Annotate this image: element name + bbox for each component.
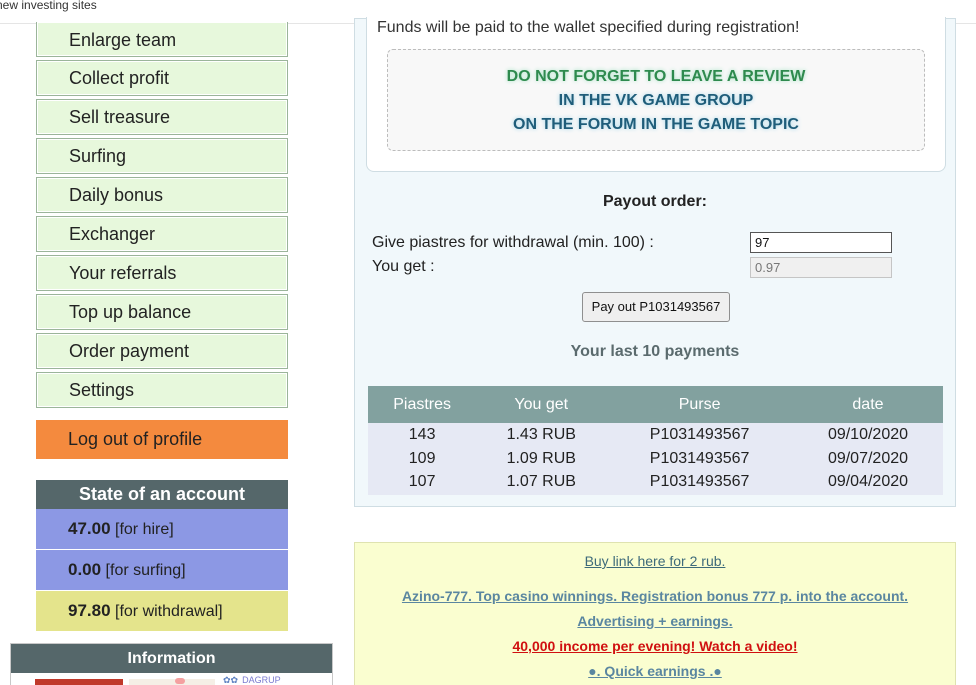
review-reminder: DO NOT FORGET TO LEAVE A REVIEW IN THE V… — [387, 49, 925, 151]
last-payments-title: Your last 10 payments — [570, 343, 740, 360]
you-get-label: You get : — [372, 258, 435, 275]
column-header: You get — [476, 386, 607, 423]
funds-notice: Funds will be paid to the wallet specifi… — [377, 19, 800, 36]
menu-item-exchanger[interactable]: Exchanger — [36, 216, 288, 252]
table-cell: 1.07 RUB — [476, 471, 607, 495]
menu-item-daily-bonus[interactable]: Daily bonus — [36, 177, 288, 213]
table-cell: 1.43 RUB — [476, 423, 607, 447]
balance-hire-label: [for hire] — [115, 521, 174, 538]
ad-link-income[interactable]: 40,000 income per evening! Watch a video… — [355, 638, 955, 654]
banner-ad-red[interactable] — [35, 679, 123, 685]
banner-ad-dagrup[interactable]: ✿✿ DAGRUP — [223, 675, 281, 685]
site-title: new investing sites — [0, 0, 97, 12]
you-get-field — [750, 257, 892, 278]
table-cell: 09/10/2020 — [792, 423, 943, 447]
menu-item-surfing[interactable]: Surfing — [36, 138, 288, 174]
balance-surfing: 0.00 [for surfing] — [36, 550, 288, 590]
information-title: Information — [11, 644, 332, 673]
menu-item-your-referrals[interactable]: Your referrals — [36, 255, 288, 291]
ads-panel: Buy link here for 2 rub. Azino-777. Top … — [354, 542, 956, 685]
table-row: 143 1.43 RUB P1031493567 09/10/2020 — [368, 423, 943, 447]
payments-table: Piastres You get Purse date 143 1.43 RUB… — [368, 386, 943, 495]
balance-hire-value: 47.00 — [68, 519, 111, 538]
menu-item-sell-treasure[interactable]: Sell treasure — [36, 99, 288, 135]
menu-item-order-payment[interactable]: Order payment — [36, 333, 288, 369]
column-header: date — [792, 386, 943, 423]
decor-icon: ✿✿ — [223, 675, 239, 685]
payout-title: Payout order: — [602, 193, 707, 210]
review-line-2: IN THE VK GAME GROUP — [558, 92, 754, 109]
review-line-1: DO NOT FORGET TO LEAVE A REVIEW — [506, 68, 806, 85]
buy-link[interactable]: Buy link here for 2 rub. — [355, 553, 955, 569]
review-line-3: ON THE FORUM IN THE GAME TOPIC — [513, 116, 799, 133]
ad-link-azino[interactable]: Azino-777. Top casino winnings. Registra… — [355, 588, 955, 604]
balance-surfing-label: [for surfing] — [105, 562, 186, 579]
give-label: Give piastres for withdrawal (min. 100) … — [372, 234, 654, 251]
notice-box: Funds will be paid to the wallet specifi… — [366, 17, 946, 172]
table-cell: P1031493567 — [606, 423, 793, 447]
balance-withdrawal-value: 97.80 — [68, 601, 111, 620]
menu-item-settings[interactable]: Settings — [36, 372, 288, 408]
menu-item-top-up-balance[interactable]: Top up balance — [36, 294, 288, 330]
payout-panel: Funds will be paid to the wallet specifi… — [354, 17, 956, 507]
menu-item-enlarge-team[interactable]: Enlarge team — [36, 22, 288, 57]
column-header: Purse — [606, 386, 793, 423]
balance-withdrawal-label: [for withdrawal] — [115, 603, 223, 620]
table-cell: 107 — [368, 471, 477, 495]
banner-strip: ✿✿ DAGRUP — [11, 673, 332, 685]
table-cell: 1.09 RUB — [476, 447, 607, 471]
table-cell: 09/07/2020 — [792, 447, 943, 471]
logout-button[interactable]: Log out of profile — [36, 420, 288, 459]
give-piastres-input[interactable] — [750, 232, 892, 253]
column-header: Piastres — [368, 386, 477, 423]
ad-link-advertising[interactable]: Advertising + earnings. — [355, 613, 955, 629]
banner-dagrup-text: DAGRUP — [242, 675, 281, 685]
balance-withdrawal: 97.80 [for withdrawal] — [36, 591, 288, 631]
table-cell: 143 — [368, 423, 477, 447]
account-state-title: State of an account — [36, 480, 288, 509]
table-cell: P1031493567 — [606, 471, 793, 495]
banner-ad-light[interactable] — [129, 678, 215, 685]
table-cell: P1031493567 — [606, 447, 793, 471]
information-box: Information ✿✿ DAGRUP — [10, 643, 333, 685]
pay-out-button[interactable]: Pay out P1031493567 — [582, 292, 730, 322]
sidebar-menu: Enlarge team Collect profit Sell treasur… — [36, 22, 288, 411]
balance-hire: 47.00 [for hire] — [36, 509, 288, 549]
table-cell: 09/04/2020 — [792, 471, 943, 495]
balance-surfing-value: 0.00 — [68, 560, 102, 579]
table-cell: 109 — [368, 447, 477, 471]
table-row: 109 1.09 RUB P1031493567 09/07/2020 — [368, 447, 943, 471]
table-header-row: Piastres You get Purse date — [368, 386, 943, 423]
table-row: 107 1.07 RUB P1031493567 09/04/2020 — [368, 471, 943, 495]
menu-item-collect-profit[interactable]: Collect profit — [36, 60, 288, 96]
ad-link-quick-earnings[interactable]: ●. Quick earnings .● — [355, 663, 955, 679]
